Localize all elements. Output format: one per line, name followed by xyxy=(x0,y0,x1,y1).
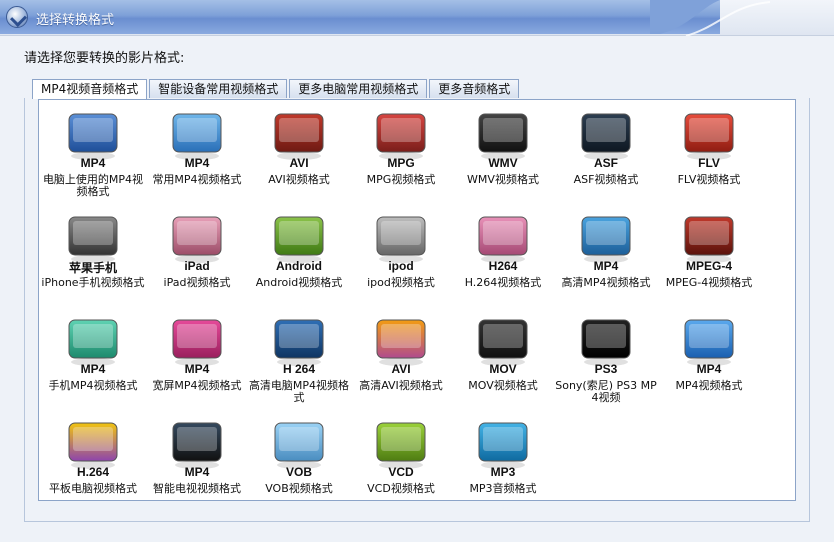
format-option[interactable]: ipod ipod视频格式 xyxy=(349,209,453,309)
format-caption: iPad视频格式 xyxy=(163,276,231,289)
tab-smart-devices[interactable]: 智能设备常用视频格式 xyxy=(149,79,288,98)
format-option[interactable]: H.264 平板电脑视频格式 xyxy=(41,415,145,515)
format-badge: Android xyxy=(276,259,322,273)
format-badge: WMV xyxy=(488,156,518,170)
format-tabs: MP4视频音频格式 智能设备常用视频格式 更多电脑常用视频格式 更多音频格式 xyxy=(32,79,521,99)
format-badge: MPG xyxy=(387,156,415,170)
format-caption: iPhone手机视频格式 xyxy=(41,276,145,289)
tab-mp4-video-audio[interactable]: MP4视频音频格式 xyxy=(32,79,148,99)
format-option[interactable]: MP3 MP3音频格式 xyxy=(451,415,555,515)
format-grid-panel: MP4 电脑上使用的MP4视频格式 MP4 常用MP4视频格式 AVI AVI视频格式… xyxy=(38,99,796,501)
format-badge: MP4 xyxy=(184,362,210,376)
format-prompt: 请选择您要转换的影片格式: xyxy=(24,51,185,66)
format-option[interactable]: WMV WMV视频格式 xyxy=(451,106,555,206)
format-badge: MP4 xyxy=(593,259,619,273)
format-badge: MP4 xyxy=(696,362,722,376)
format-caption: 常用MP4视频格式 xyxy=(152,173,242,186)
format-badge: MP4 xyxy=(80,362,106,376)
format-option[interactable]: VCD VCD视频格式 xyxy=(349,415,453,515)
format-badge: AVI xyxy=(289,156,309,170)
format-option[interactable]: AVI 高清AVI视频格式 xyxy=(349,312,453,412)
format-badge: PS3 xyxy=(594,362,618,376)
format-option[interactable]: PS3 Sony(索尼) PS3 MP4视频 xyxy=(554,312,658,412)
format-option[interactable]: VOB VOB视频格式 xyxy=(247,415,351,515)
format-caption: ipod视频格式 xyxy=(367,276,435,289)
format-option[interactable]: MP4 宽屏MP4视频格式 xyxy=(145,312,249,412)
format-option[interactable]: 苹果手机 iPhone手机视频格式 xyxy=(41,209,145,309)
format-option[interactable]: MP4 常用MP4视频格式 xyxy=(145,106,249,206)
format-option[interactable]: ASF ASF视频格式 xyxy=(554,106,658,206)
format-badge: ipod xyxy=(388,259,414,273)
format-option[interactable]: Android Android视频格式 xyxy=(247,209,351,309)
format-option[interactable]: MPEG-4 MPEG-4视频格式 xyxy=(657,209,761,309)
format-caption: VOB视频格式 xyxy=(265,482,333,495)
format-caption: Sony(索尼) PS3 MP4视频 xyxy=(555,379,657,404)
format-caption: 宽屏MP4视频格式 xyxy=(152,379,242,392)
format-caption: 平板电脑视频格式 xyxy=(49,482,137,495)
format-badge: 苹果手机 xyxy=(68,261,117,275)
format-badge: MP4 xyxy=(184,156,210,170)
format-caption: 智能电视视频格式 xyxy=(153,482,241,495)
format-caption: 电脑上使用的MP4视频格式 xyxy=(42,173,144,198)
tab-more-audio[interactable]: 更多音频格式 xyxy=(429,79,520,98)
format-option[interactable]: iPad iPad视频格式 xyxy=(145,209,249,309)
format-option[interactable]: H 264 高清电脑MP4视频格式 xyxy=(247,312,351,412)
format-badge: MOV xyxy=(489,362,517,376)
format-caption: 高清AVI视频格式 xyxy=(359,379,443,392)
format-badge: AVI xyxy=(391,362,411,376)
format-option[interactable]: MP4 高清MP4视频格式 xyxy=(554,209,658,309)
format-option[interactable]: MP4 MP4视频格式 xyxy=(657,312,761,412)
format-badge: VOB xyxy=(285,465,312,479)
format-badge: MPEG-4 xyxy=(685,259,732,273)
format-caption: 手机MP4视频格式 xyxy=(48,379,138,392)
format-badge: MP3 xyxy=(490,465,516,479)
format-caption: 高清电脑MP4视频格式 xyxy=(248,379,350,404)
format-option[interactable]: MP4 智能电视视频格式 xyxy=(145,415,249,515)
app-logo-icon xyxy=(6,6,28,28)
format-badge: VCD xyxy=(388,465,414,479)
format-caption: ASF视频格式 xyxy=(573,173,639,186)
format-badge: H264 xyxy=(488,259,518,273)
format-caption: MP4视频格式 xyxy=(675,379,743,392)
title-bar: 选择转换格式 xyxy=(0,0,834,36)
format-caption: MP3音频格式 xyxy=(469,482,537,495)
format-caption: MPEG-4视频格式 xyxy=(665,276,753,289)
format-badge: H 264 xyxy=(282,362,316,376)
format-caption: AVI视频格式 xyxy=(268,173,330,186)
format-badge: H.264 xyxy=(76,465,110,479)
format-caption: H.264视频格式 xyxy=(464,276,542,289)
format-badge: MP4 xyxy=(184,465,210,479)
format-badge: MP4 xyxy=(80,156,106,170)
format-badge: FLV xyxy=(698,156,720,170)
format-caption: WMV视频格式 xyxy=(467,173,539,186)
format-caption: FLV视频格式 xyxy=(677,173,741,186)
format-caption: Android视频格式 xyxy=(255,276,343,289)
format-option[interactable]: MOV MOV视频格式 xyxy=(451,312,555,412)
format-badge: ASF xyxy=(594,156,618,170)
format-option[interactable]: MP4 电脑上使用的MP4视频格式 xyxy=(41,106,145,206)
format-option[interactable]: H264 H.264视频格式 xyxy=(451,209,555,309)
format-caption: MPG视频格式 xyxy=(366,173,436,186)
format-option[interactable]: MP4 手机MP4视频格式 xyxy=(41,312,145,412)
window-title: 选择转换格式 xyxy=(36,13,115,28)
format-badge: iPad xyxy=(184,259,210,273)
format-caption: VCD视频格式 xyxy=(367,482,435,495)
format-option[interactable]: AVI AVI视频格式 xyxy=(247,106,351,206)
format-caption: 高清MP4视频格式 xyxy=(561,276,651,289)
tab-more-pc-video[interactable]: 更多电脑常用视频格式 xyxy=(289,79,428,98)
format-caption: MOV视频格式 xyxy=(468,379,538,392)
format-option[interactable]: FLV FLV视频格式 xyxy=(657,106,761,206)
title-bar-swoosh xyxy=(650,0,771,36)
format-option[interactable]: MPG MPG视频格式 xyxy=(349,106,453,206)
